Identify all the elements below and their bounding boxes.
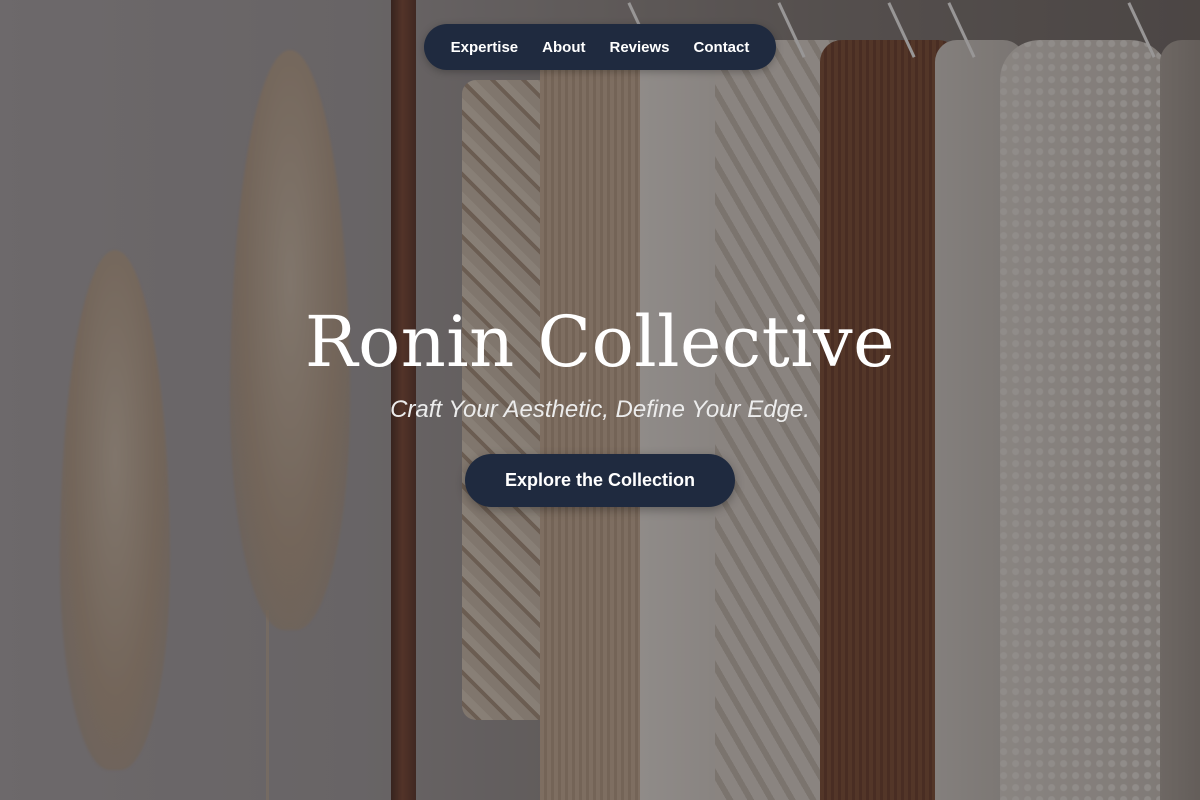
nav-link-contact[interactable]: Contact [694,39,750,56]
hero-content: Ronin Collective Craft Your Aesthetic, D… [0,300,1200,507]
explore-collection-button[interactable]: Explore the Collection [465,454,735,507]
hero-section: Expertise About Reviews Contact Ronin Co… [0,0,1200,800]
hero-tagline: Craft Your Aesthetic, Define Your Edge. [390,396,810,423]
nav-link-reviews[interactable]: Reviews [609,39,669,56]
nav-link-about[interactable]: About [542,39,585,56]
nav-link-expertise[interactable]: Expertise [451,39,519,56]
main-nav: Expertise About Reviews Contact [424,24,776,70]
brand-title: Ronin Collective [304,301,896,383]
